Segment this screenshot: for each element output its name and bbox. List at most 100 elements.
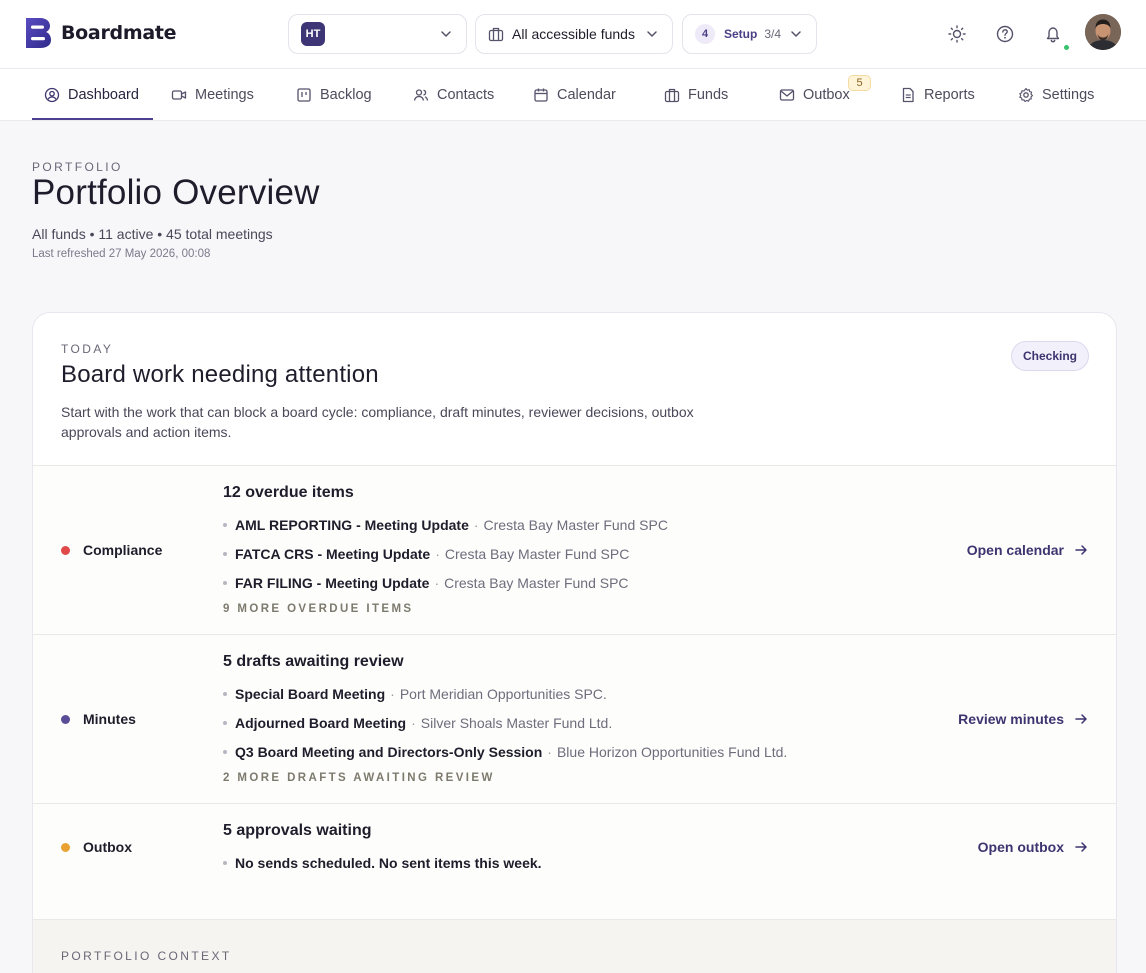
video-icon <box>171 90 187 100</box>
status-dot <box>61 842 70 852</box>
overdue-items-list: AML REPORTING - Meeting Update · Cresta Ba… <box>223 510 668 597</box>
bullet-icon <box>223 551 227 556</box>
top-bar: Boardmate HT All accessible funds 4 Setu… <box>0 0 1146 69</box>
user-photo <box>1085 14 1121 50</box>
item-name: AML REPORTING - Meeting Update <box>235 516 469 533</box>
more-items-link[interactable]: 9 MORE OVERDUE ITEMS <box>223 603 414 615</box>
nav-label: Reports <box>924 87 975 103</box>
list-item[interactable]: FATCA CRS - Meeting Update · Cresta Bay Ma… <box>223 539 668 568</box>
mail-icon <box>779 89 795 101</box>
item-fund: Silver Shoals Master Fund Ltd. <box>420 714 613 731</box>
nav-label: Funds <box>688 87 729 103</box>
list-item[interactable]: Special Board Meeting · Port Meridian Oppo… <box>223 679 787 708</box>
nav-item-meetings[interactable]: Meetings <box>171 69 254 121</box>
item-name: FATCA CRS - Meeting Update <box>235 545 431 562</box>
list-item[interactable]: Q3 Board Meeting and Directors-Only Sess… <box>223 737 787 766</box>
boardmate-logo-icon <box>26 18 51 48</box>
separator: · <box>473 516 479 533</box>
attention-row-minutes: Minutes 5 drafts awaiting review Special… <box>33 634 1116 803</box>
list-item[interactable]: Adjourned Board Meeting · Silver Shoals Ma… <box>223 708 787 737</box>
review-minutes-link[interactable]: Review minutes <box>958 711 1088 727</box>
funds-selector-label: All accessible funds <box>512 26 635 42</box>
status-badge: Checking <box>1011 341 1089 371</box>
nav-item-contacts[interactable]: Contacts <box>413 69 494 121</box>
page-eyebrow: PORTFOLIO <box>32 160 123 174</box>
open-calendar-link[interactable]: Open calendar <box>967 542 1088 558</box>
item-name: Q3 Board Meeting and Directors-Only Sess… <box>235 743 543 760</box>
separator: · <box>390 685 395 702</box>
open-outbox-link[interactable]: Open outbox <box>978 839 1088 855</box>
status-dot <box>61 714 70 724</box>
app-logo[interactable]: Boardmate <box>24 17 177 49</box>
separator: · <box>547 743 552 760</box>
item-fund: Port Meridian Opportunities SPC. <box>399 685 607 702</box>
bullet-icon <box>223 860 227 865</box>
section-eyebrow: PORTFOLIO CONTEXT <box>61 949 232 963</box>
list-item[interactable]: AML REPORTING - Meeting Update · Cresta Ba… <box>223 510 668 539</box>
bullet-icon <box>223 522 227 527</box>
item-name: Adjourned Board Meeting <box>235 714 407 731</box>
bullet-icon <box>223 580 227 585</box>
attention-row-outbox: Outbox 5 approvals waiting No sends sche… <box>33 803 1116 919</box>
arrow-right-icon <box>1075 842 1087 852</box>
nav-item-outbox[interactable]: Outbox <box>779 69 850 121</box>
active-tab-indicator <box>32 118 153 120</box>
item-name: FAR FILING - Meeting Update <box>235 574 430 591</box>
item-fund: Blue Horizon Opportunities Fund Ltd. <box>556 743 788 760</box>
outbox-count-badge: 5 <box>848 75 871 91</box>
item-name: No sends scheduled. No sent items this w… <box>235 854 542 871</box>
user-avatar[interactable] <box>1085 14 1121 50</box>
nav-label: Meetings <box>195 87 254 103</box>
online-status-dot <box>1062 43 1071 52</box>
organization-selector[interactable]: HT <box>288 14 467 54</box>
row-label-outbox: Outbox <box>61 839 132 855</box>
help-icon[interactable] <box>994 23 1016 45</box>
nav-item-backlog[interactable]: Backlog <box>296 69 372 121</box>
setup-progress-button[interactable]: 4 Setup 3/4 <box>682 14 817 54</box>
portfolio-context-section: PORTFOLIO CONTEXT <box>33 919 1116 973</box>
item-fund: Cresta Bay Master Fund SPC <box>444 545 630 562</box>
arrow-right-icon <box>1075 545 1087 555</box>
calendar-icon <box>534 88 548 102</box>
briefcase-icon <box>488 27 504 42</box>
attention-card: TODAY Board work needing attention Check… <box>32 312 1117 973</box>
list-item[interactable]: FAR FILING - Meeting Update · Cresta Bay M… <box>223 568 668 597</box>
chevron-down-icon <box>791 31 801 37</box>
nav-item-reports[interactable]: Reports <box>900 69 975 121</box>
nav-item-settings[interactable]: Settings <box>1018 69 1094 121</box>
row-label-minutes: Minutes <box>61 711 136 727</box>
nav-label: Backlog <box>320 87 372 103</box>
bullet-icon <box>223 691 227 696</box>
users-icon <box>413 89 429 101</box>
nav-label: Contacts <box>437 87 495 103</box>
arrow-right-icon <box>1075 714 1087 724</box>
separator: · <box>434 574 440 591</box>
page-title: Portfolio Overview <box>32 173 320 212</box>
row-headline: 12 overdue items <box>223 484 354 501</box>
row-label-text: Minutes <box>83 711 136 727</box>
nav-label: Calendar <box>557 87 616 103</box>
nav-item-funds[interactable]: Funds <box>664 69 728 121</box>
row-headline: 5 approvals waiting <box>223 822 372 839</box>
list-item: No sends scheduled. No sent items this w… <box>223 848 542 877</box>
row-headline: 5 drafts awaiting review <box>223 653 404 670</box>
gear-icon <box>1019 87 1034 103</box>
chevron-down-icon <box>441 31 451 37</box>
sun-icon[interactable] <box>946 23 968 45</box>
status-dot <box>61 545 70 555</box>
setup-step-number: 4 <box>695 24 715 44</box>
more-items-link[interactable]: 2 MORE DRAFTS AWAITING REVIEW <box>223 772 495 784</box>
action-label: Open outbox <box>977 839 1064 855</box>
nav-item-dashboard[interactable]: Dashboard <box>44 69 139 121</box>
bell-icon[interactable] <box>1042 23 1064 45</box>
app-name: Boardmate <box>61 22 177 44</box>
nav-item-calendar[interactable]: Calendar <box>533 69 616 121</box>
outbox-items-list: No sends scheduled. No sent items this w… <box>223 848 542 877</box>
row-label-text: Outbox <box>83 839 132 855</box>
action-label: Review minutes <box>958 711 1064 727</box>
setup-progress: 3/4 <box>764 27 782 41</box>
attention-row-compliance: Compliance 12 overdue items AML REPORTIN… <box>33 465 1116 634</box>
separator: · <box>435 545 440 562</box>
funds-selector[interactable]: All accessible funds <box>475 14 673 54</box>
row-label-compliance: Compliance <box>61 542 162 558</box>
